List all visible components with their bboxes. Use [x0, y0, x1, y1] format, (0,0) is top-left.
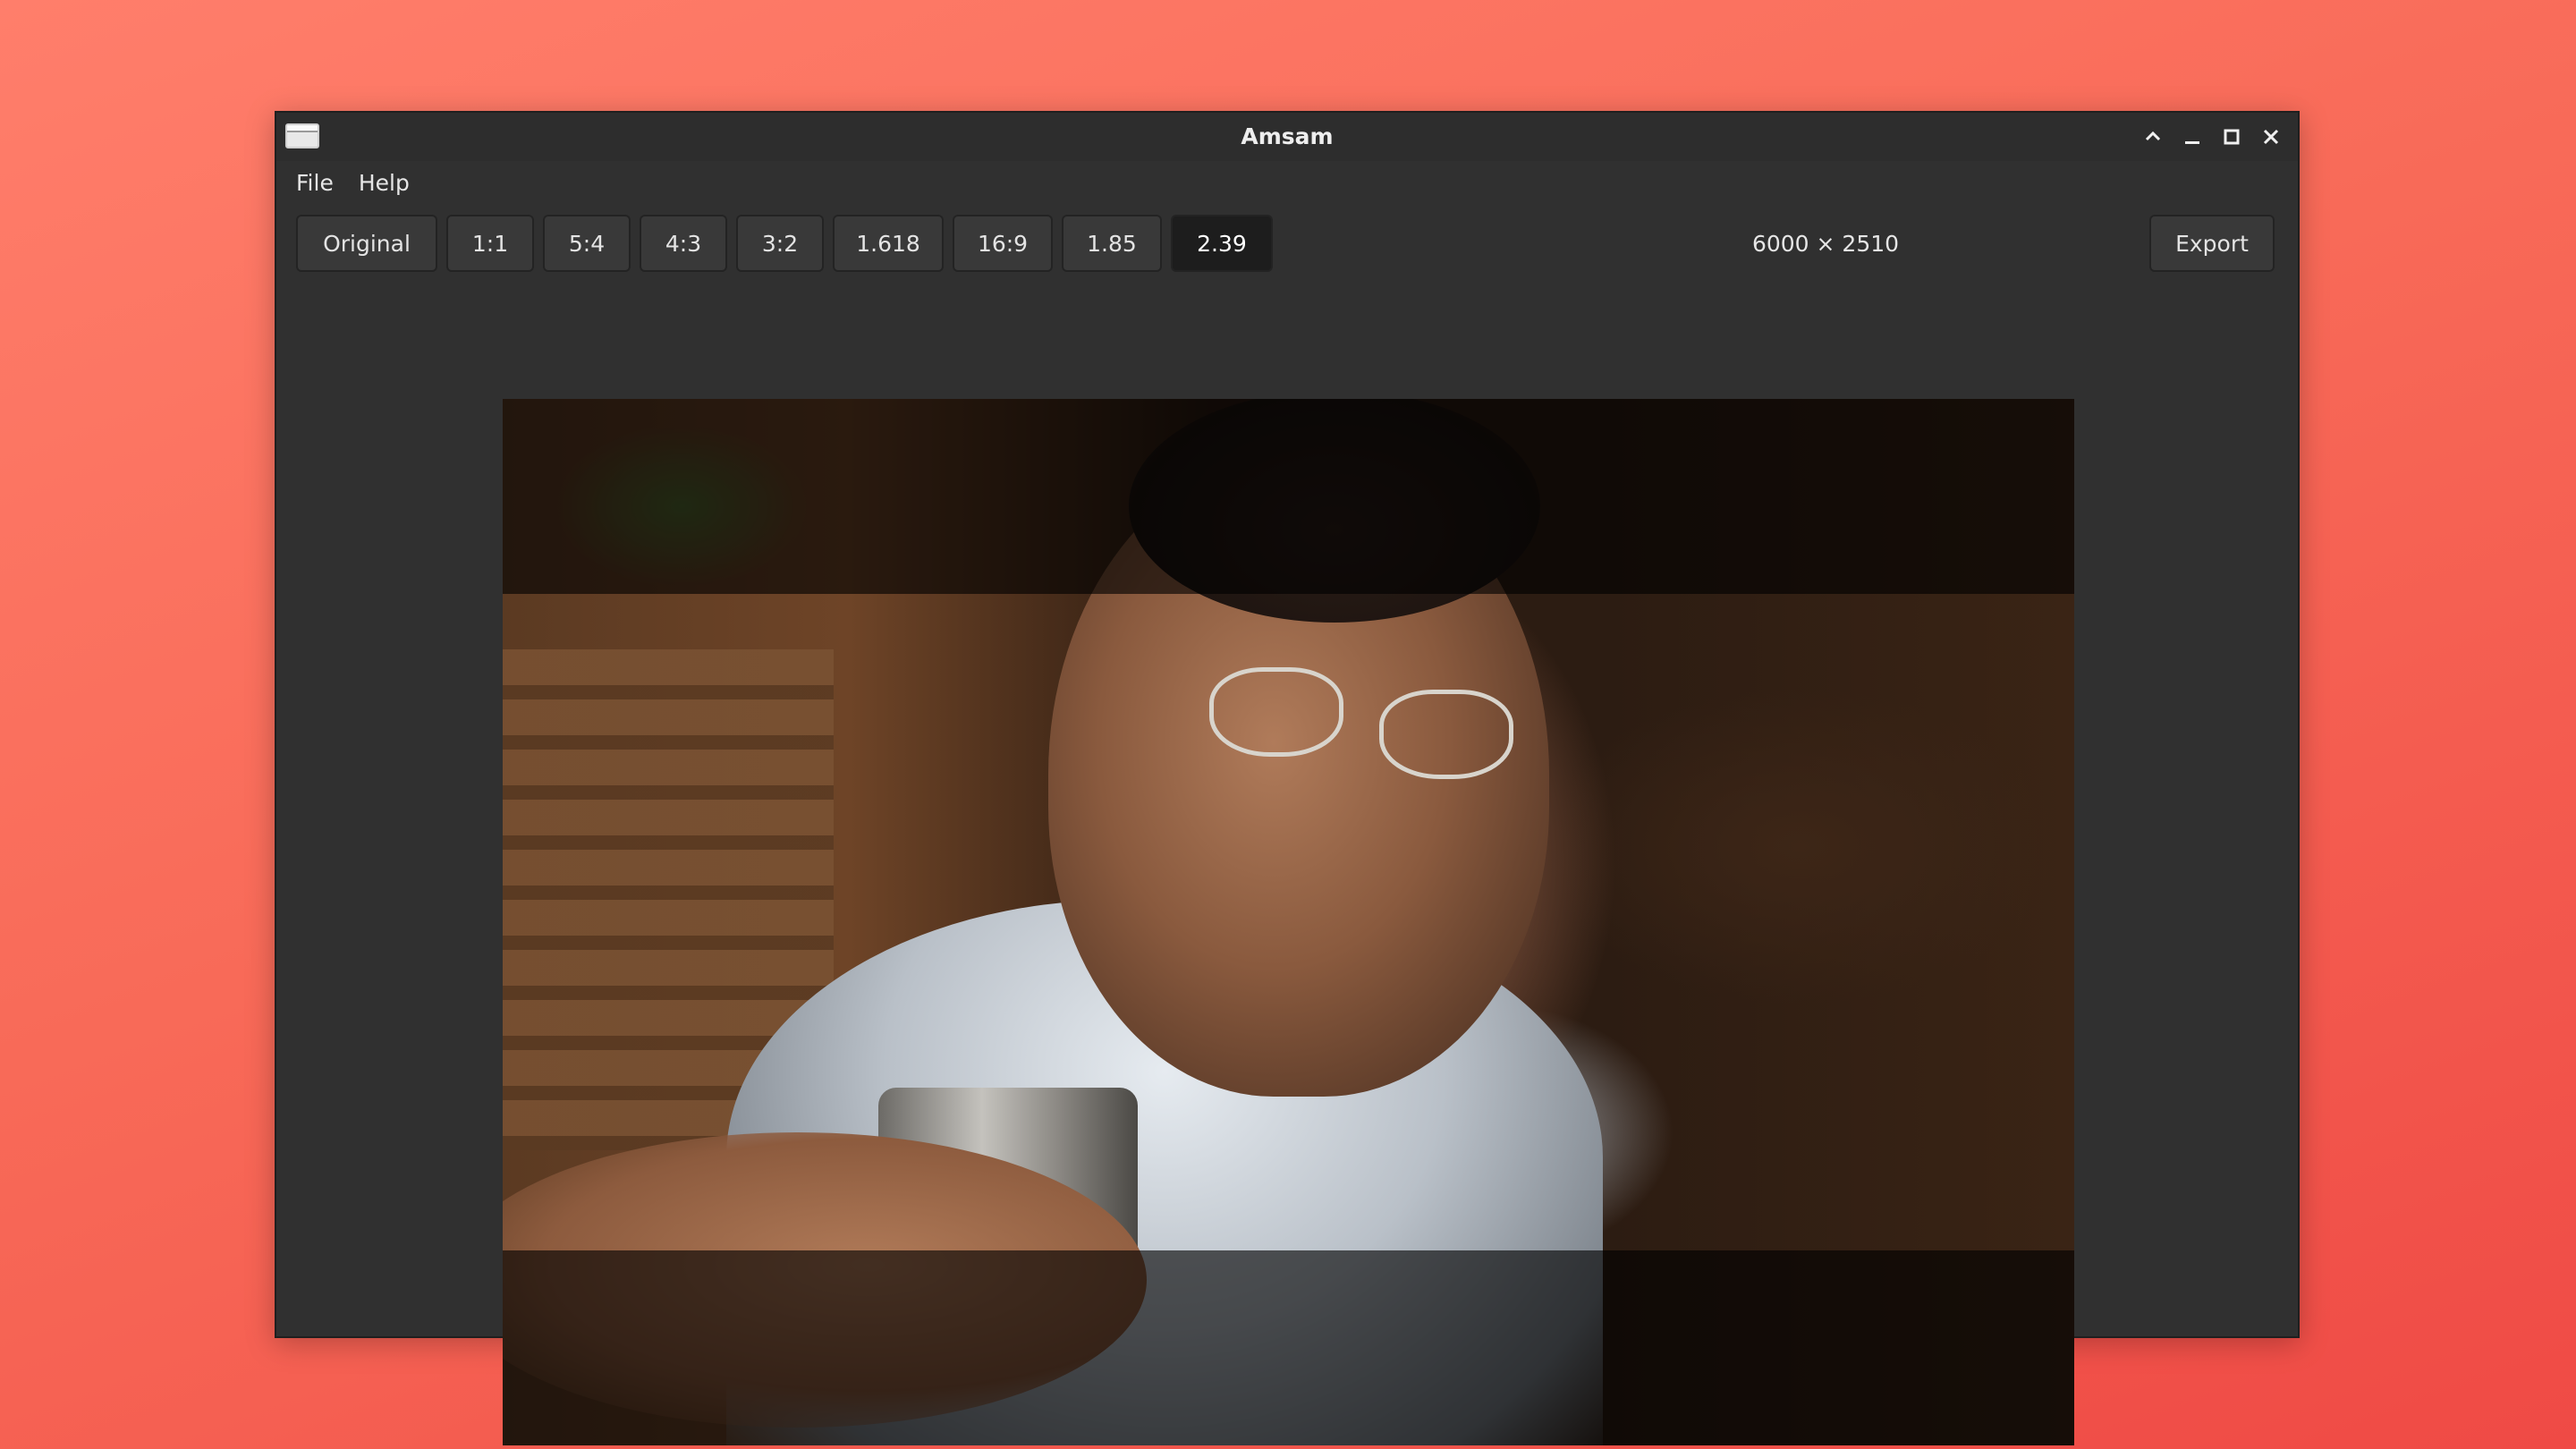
window-controls — [2139, 120, 2285, 154]
ratio-1-1-button[interactable]: 1:1 — [446, 215, 534, 272]
photo-preview[interactable] — [503, 399, 2074, 1445]
minimize-icon — [2185, 141, 2199, 144]
ratio-4-3-button[interactable]: 4:3 — [640, 215, 727, 272]
ratio-16-9-button[interactable]: 16:9 — [953, 215, 1053, 272]
photo-glasses-left — [1209, 667, 1343, 757]
ratio-1-618-button[interactable]: 1.618 — [833, 215, 944, 272]
chevron-up-icon — [2145, 131, 2161, 141]
export-button[interactable]: Export — [2149, 215, 2275, 272]
image-canvas — [276, 283, 2298, 1445]
ratio-1-85-button[interactable]: 1.85 — [1062, 215, 1162, 272]
crop-shade-bottom — [503, 1250, 2074, 1445]
maximize-button[interactable] — [2217, 123, 2246, 151]
minimize-button[interactable] — [2178, 123, 2207, 151]
aspect-ratio-group: Original 1:1 5:4 4:3 3:2 1.618 16:9 1.85… — [296, 215, 1273, 272]
shade-button[interactable] — [2139, 123, 2167, 151]
window-title: Amsam — [1241, 123, 1334, 149]
menu-help[interactable]: Help — [359, 170, 410, 196]
close-icon — [2263, 129, 2279, 145]
image-dimensions: 6000 × 2510 — [1751, 230, 1900, 257]
ratio-2-39-button[interactable]: 2.39 — [1171, 215, 1273, 272]
title-bar[interactable]: Amsam — [276, 113, 2298, 161]
close-button[interactable] — [2257, 123, 2285, 151]
toolbar: Original 1:1 5:4 4:3 3:2 1.618 16:9 1.85… — [296, 215, 2278, 274]
photo-glasses-right — [1379, 690, 1513, 779]
ratio-3-2-button[interactable]: 3:2 — [736, 215, 824, 272]
ratio-5-4-button[interactable]: 5:4 — [543, 215, 631, 272]
menu-file[interactable]: File — [296, 170, 334, 196]
crop-shade-top — [503, 399, 2074, 594]
app-window: Amsam File Help Original 1:1 5:4 4:3 3:2 — [275, 111, 2300, 1445]
menu-bar: File Help — [276, 161, 2298, 204]
ratio-original-button[interactable]: Original — [296, 215, 437, 272]
maximize-icon — [2224, 129, 2240, 145]
